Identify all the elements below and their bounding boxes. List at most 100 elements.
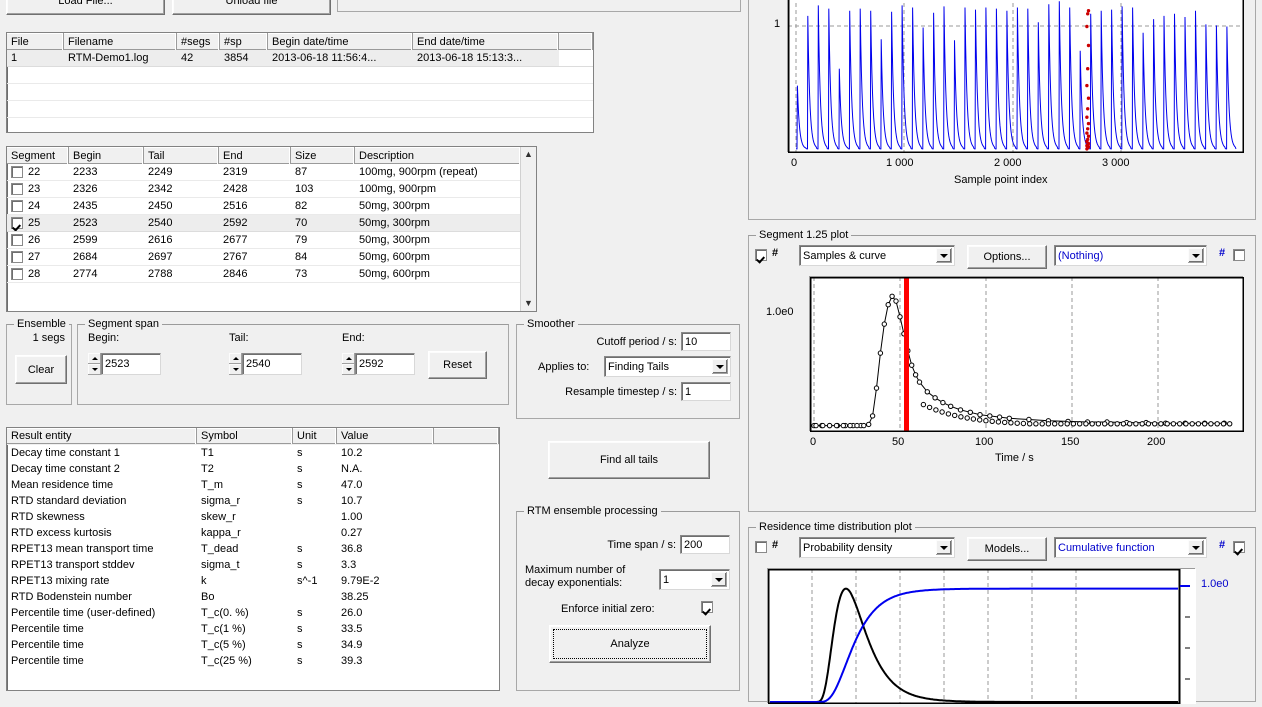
begin-stepper[interactable]: 2523 [88, 353, 161, 375]
table-row[interactable]: Percentile time T_c(5 %) s 34.9 [7, 637, 499, 653]
segment-row-checkbox[interactable] [11, 183, 23, 195]
reset-button[interactable]: Reset [428, 351, 487, 379]
max-decay-combo[interactable]: 1 [659, 569, 730, 590]
seg-col-tail[interactable]: Tail [144, 147, 219, 164]
cutoff-input[interactable]: 10 [681, 332, 731, 351]
applies-to-combo[interactable]: Finding Tails [604, 356, 731, 377]
enforce-zero-checkbox[interactable] [701, 601, 713, 613]
table-row[interactable]: 22 2233 2249 2319 87 100mg, 900rpm (repeat) [7, 164, 536, 181]
tail-input[interactable]: 2540 [242, 353, 302, 375]
table-row[interactable]: 23 2326 2342 2428 103 100mg, 900rpm [7, 181, 536, 198]
table-row[interactable]: Decay time constant 1 T1 s 10.2 [7, 445, 499, 461]
chevron-down-icon[interactable] [1188, 248, 1204, 263]
begin-spin-down[interactable] [88, 364, 101, 375]
segment-plot-canvas[interactable] [809, 276, 1245, 433]
tail-stepper[interactable]: 2540 [229, 353, 302, 375]
file-col-end[interactable]: End date/time [413, 33, 559, 50]
find-all-tails-button[interactable]: Find all tails [548, 441, 710, 479]
seg-col-segment[interactable]: Segment [7, 147, 69, 164]
table-row[interactable]: RPET13 transport stddev sigma_t s 3.3 [7, 557, 499, 573]
overview-plot-canvas[interactable] [787, 0, 1245, 154]
file-col-file[interactable]: File [7, 33, 64, 50]
segment-plot-right-combo[interactable]: (Nothing) [1054, 245, 1207, 266]
end-stepper[interactable]: 2592 [342, 353, 415, 375]
load-file-button[interactable]: Load File... [6, 0, 165, 15]
rtd-plot-mode-combo[interactable]: Probability density [799, 537, 955, 558]
options-button[interactable]: Options... [967, 245, 1047, 269]
table-row[interactable]: 1 RTM-Demo1.log 42 3854 2013-06-18 11:56… [7, 50, 593, 67]
file-col-sp[interactable]: #sp [220, 33, 268, 50]
scroll-up-button[interactable]: ▲ [521, 147, 536, 162]
analyze-button[interactable]: Analyze [549, 625, 711, 663]
table-row[interactable]: RPET13 mixing rate k s^-1 9.79E-2 [7, 573, 499, 589]
table-row[interactable]: RPET13 mean transport time T_dead s 36.8 [7, 541, 499, 557]
file-col-blank[interactable] [559, 33, 593, 50]
end-spin-up[interactable] [342, 353, 355, 364]
segment-table-scrollbar[interactable]: ▲ ▼ [520, 147, 536, 311]
scroll-down-button[interactable]: ▼ [521, 296, 536, 311]
tail-spin-down[interactable] [229, 364, 242, 375]
seg-col-begin[interactable]: Begin [69, 147, 144, 164]
table-row-empty[interactable] [7, 101, 593, 118]
table-row[interactable]: RTD skewness skew_r 1.00 [7, 509, 499, 525]
table-row[interactable]: 27 2684 2697 2767 84 50mg, 600rpm [7, 249, 536, 266]
end-input[interactable]: 2592 [355, 353, 415, 375]
res-col-blank[interactable] [434, 428, 499, 444]
segment-plot-left-checkbox[interactable] [755, 249, 767, 261]
seg-col-size[interactable]: Size [291, 147, 355, 164]
segment-row-checkbox[interactable] [11, 268, 23, 280]
results-table[interactable]: Result entity Symbol Unit Value Decay ti… [6, 427, 500, 691]
models-button[interactable]: Models... [967, 537, 1047, 561]
resample-input[interactable]: 1 [681, 382, 731, 401]
segment-row-checkbox[interactable] [11, 234, 23, 246]
segment-table[interactable]: Segment Begin Tail End Size Description … [6, 146, 537, 312]
segment-row-checkbox[interactable] [11, 251, 23, 263]
end-spin-down[interactable] [342, 364, 355, 375]
tail-spin-up[interactable] [229, 353, 242, 364]
clear-button[interactable]: Clear [15, 355, 67, 384]
table-row[interactable]: Mean residence time T_m s 47.0 [7, 477, 499, 493]
table-row[interactable]: 25 2523 2540 2592 70 50mg, 300rpm [7, 215, 536, 232]
rtd-plot-left-checkbox[interactable] [755, 541, 767, 553]
res-col-symbol[interactable]: Symbol [197, 428, 293, 444]
chevron-down-icon[interactable] [712, 359, 728, 374]
table-row[interactable]: RTD standard deviation sigma_r s 10.7 [7, 493, 499, 509]
table-row[interactable]: 28 2774 2788 2846 73 50mg, 600rpm [7, 266, 536, 283]
table-row[interactable]: Percentile time T_c(1 %) s 33.5 [7, 621, 499, 637]
chevron-down-icon[interactable] [1188, 540, 1204, 555]
begin-spin-up[interactable] [88, 353, 101, 364]
res-col-unit[interactable]: Unit [293, 428, 337, 444]
table-row[interactable]: 24 2435 2450 2516 82 50mg, 300rpm [7, 198, 536, 215]
begin-spin-buttons[interactable] [88, 353, 101, 375]
rtd-plot-right-combo[interactable]: Cumulative function [1054, 537, 1207, 558]
file-table[interactable]: File Filename #segs #sp Begin date/time … [6, 32, 594, 133]
table-row[interactable]: Decay time constant 2 T2 s N.A. [7, 461, 499, 477]
res-col-value[interactable]: Value [337, 428, 434, 444]
rtd-plot-right-checkbox[interactable] [1233, 541, 1245, 553]
chevron-down-icon[interactable] [936, 248, 952, 263]
table-row[interactable]: Percentile time T_c(25 %) s 39.3 [7, 653, 499, 669]
segment-row-checkbox[interactable] [11, 217, 23, 229]
end-spin-buttons[interactable] [342, 353, 355, 375]
tail-spin-buttons[interactable] [229, 353, 242, 375]
segment-row-checkbox[interactable] [11, 166, 23, 178]
begin-input[interactable]: 2523 [101, 353, 161, 375]
table-row[interactable]: Percentile time (user-defined) T_c(0. %) s… [7, 605, 499, 621]
segment-row-checkbox[interactable] [11, 200, 23, 212]
res-col-entity[interactable]: Result entity [7, 428, 197, 444]
file-col-begin[interactable]: Begin date/time [268, 33, 413, 50]
segment-plot-mode-combo[interactable]: Samples & curve [799, 245, 955, 266]
segment-plot-right-checkbox[interactable] [1233, 249, 1245, 261]
file-col-filename[interactable]: Filename [64, 33, 177, 50]
table-row-empty[interactable] [7, 84, 593, 101]
seg-col-end[interactable]: End [219, 147, 291, 164]
timespan-input[interactable]: 200 [680, 535, 730, 554]
chevron-down-icon[interactable] [711, 572, 727, 587]
table-row[interactable]: 26 2599 2616 2677 79 50mg, 300rpm [7, 232, 536, 249]
seg-col-desc[interactable]: Description [355, 147, 521, 164]
rtd-plot-canvas[interactable] [767, 568, 1196, 705]
chevron-down-icon[interactable] [936, 540, 952, 555]
file-col-segs[interactable]: #segs [177, 33, 220, 50]
table-row[interactable]: RTD excess kurtosis kappa_r 0.27 [7, 525, 499, 541]
unload-file-button[interactable]: Unload file [172, 0, 331, 15]
